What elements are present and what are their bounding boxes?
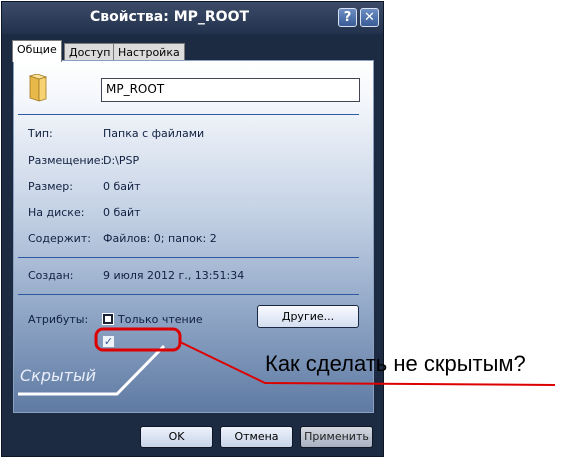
location-label: Размещение: xyxy=(28,154,105,167)
tab-general[interactable]: Общие xyxy=(12,40,62,62)
separator xyxy=(18,257,359,258)
tab-customize[interactable]: Настройка xyxy=(113,43,185,61)
properties-dialog: Свойства: MP_ROOT ? ✕ Общие Доступ Настр… xyxy=(1,1,384,457)
attributes-label: Атрибуты: xyxy=(28,313,89,326)
readonly-label: Только чтение xyxy=(118,313,203,326)
type-value: Папка с файлами xyxy=(103,127,205,140)
type-label: Тип: xyxy=(28,127,53,140)
contains-value: Файлов: 0; папок: 2 xyxy=(103,232,217,245)
readonly-checkbox[interactable] xyxy=(102,313,114,325)
annotation-question: Как сделать не скрытым? xyxy=(265,351,526,376)
separator xyxy=(18,114,359,115)
contains-label: Содержит: xyxy=(28,232,91,245)
tab-sharing[interactable]: Доступ xyxy=(64,43,116,61)
hidden-checkbox[interactable]: ✓ xyxy=(102,335,115,348)
other-attributes-button[interactable]: Другие... xyxy=(257,305,359,328)
separator xyxy=(18,294,359,295)
folder-name-input[interactable]: MP_ROOT xyxy=(101,78,360,102)
created-label: Создан: xyxy=(28,269,74,282)
close-button[interactable]: ✕ xyxy=(360,8,379,27)
size-label: Размер: xyxy=(28,180,73,193)
apply-button[interactable]: Применить xyxy=(300,426,373,448)
size-on-disk-value: 0 байт xyxy=(103,206,141,219)
created-value: 9 июля 2012 г., 13:51:34 xyxy=(103,269,245,282)
title-bar[interactable]: Свойства: MP_ROOT ? ✕ xyxy=(2,2,383,34)
hidden-label: Скрытый xyxy=(20,366,96,385)
location-value: D:\PSP xyxy=(103,154,140,167)
size-value: 0 байт xyxy=(103,180,141,193)
ok-button[interactable]: OK xyxy=(140,426,213,448)
size-on-disk-label: На диске: xyxy=(28,206,85,219)
window-title: Свойства: MP_ROOT xyxy=(89,9,250,25)
help-button[interactable]: ? xyxy=(338,8,357,27)
cancel-button[interactable]: Отмена xyxy=(220,426,293,448)
folder-icon xyxy=(28,74,48,102)
